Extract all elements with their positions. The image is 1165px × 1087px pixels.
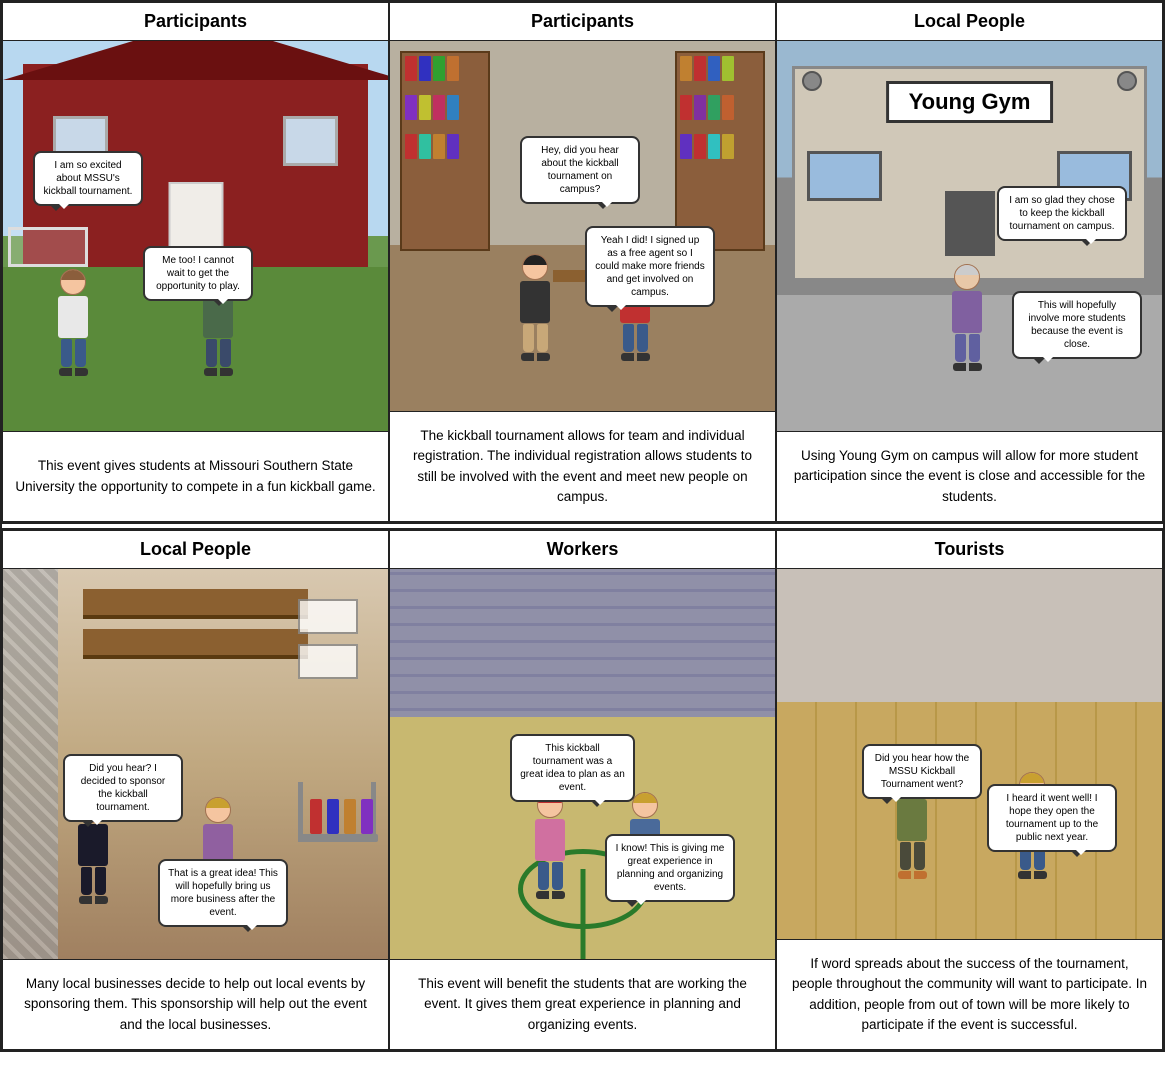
cell-row1-col2: Participants — [389, 2, 776, 522]
scene-gym-front: Young Gym — [777, 41, 1162, 431]
bubble-tourist-2: I heard it went well! I hope they open t… — [987, 784, 1117, 852]
cell-row1-col3: Local People Young Gym — [776, 2, 1163, 522]
storyboard: Participants — [0, 0, 1165, 1052]
gym-sign: Young Gym — [886, 81, 1054, 123]
header-tourists: Tourists — [777, 531, 1162, 569]
header-participants-2: Participants — [390, 3, 775, 41]
bubble-tourist-1: Did you hear how the MSSU Kickball Tourn… — [862, 744, 982, 799]
header-participants-1: Participants — [3, 3, 388, 41]
bubble-lib-2: Yeah I did! I signed up as a free agent … — [585, 226, 715, 307]
row-separator — [2, 522, 1163, 530]
cell-row2-col2: Workers — [389, 530, 776, 1050]
bubble-lib-1: Hey, did you hear about the kickball tou… — [520, 136, 640, 204]
cell-row2-col1: Local People — [2, 530, 389, 1050]
bubble-court-2: I know! This is giving me great experien… — [605, 834, 735, 902]
caption-row2-col2: This event will benefit the students tha… — [390, 959, 775, 1049]
bubble-gym-2: This will hopefully involve more student… — [1012, 291, 1142, 359]
scene-store: Did you hear? I decided to sponsor the k… — [3, 569, 388, 959]
caption-row1-col3: Using Young Gym on campus will allow for… — [777, 431, 1162, 521]
header-local-2: Local People — [3, 531, 388, 569]
bubble-gym-1: I am so glad they chose to keep the kick… — [997, 186, 1127, 241]
bubble-court-1: This kickball tournament was a great ide… — [510, 734, 635, 802]
character-court-1 — [535, 792, 565, 899]
scene-house: I am so excited about MSSU's kickball to… — [3, 41, 388, 431]
scene-court: This kickball tournament was a great ide… — [390, 569, 775, 959]
scene-library: Hey, did you hear about the kickball tou… — [390, 41, 775, 411]
cell-row2-col3: Tourists — [776, 530, 1163, 1050]
character-1 — [58, 269, 88, 376]
scene-gym-floor: Did you hear how the MSSU Kickball Tourn… — [777, 569, 1162, 939]
header-workers: Workers — [390, 531, 775, 569]
bubble-store-1: Did you hear? I decided to sponsor the k… — [63, 754, 183, 822]
bubble-1: I am so excited about MSSU's kickball to… — [33, 151, 143, 206]
caption-row2-col3: If word spreads about the success of the… — [777, 939, 1162, 1049]
bubble-store-2: That is a great idea! This will hopefull… — [158, 859, 288, 927]
bubble-2: Me too! I cannot wait to get the opportu… — [143, 246, 253, 301]
caption-row2-col1: Many local businesses decide to help out… — [3, 959, 388, 1049]
caption-row1-col2: The kickball tournament allows for team … — [390, 411, 775, 521]
cell-row1-col1: Participants — [2, 2, 389, 522]
character-gym-1 — [952, 264, 982, 371]
header-local-1: Local People — [777, 3, 1162, 41]
character-lib-1 — [520, 254, 550, 361]
caption-row1-col1: This event gives students at Missouri So… — [3, 431, 388, 521]
